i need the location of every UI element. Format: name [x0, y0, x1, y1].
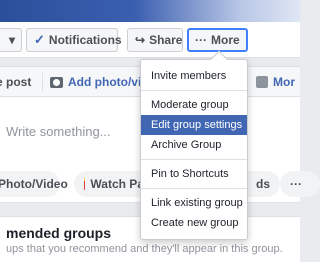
chevron-down-icon: ▾: [8, 33, 15, 47]
menu-item-pin-to-shortcuts[interactable]: Pin to Shortcuts: [141, 164, 247, 184]
notifications-button[interactable]: ✓ Notifications: [26, 28, 122, 52]
notifications-label: Notifications: [48, 33, 122, 47]
more-button[interactable]: ··· More: [187, 28, 248, 52]
third-chip-label: ds: [255, 177, 270, 191]
group-action-bar: ▾ ✓ Notifications ↪ Share ··· More: [0, 22, 300, 58]
more-tile-icon: [256, 76, 268, 88]
joined-dropdown-button[interactable]: ▾: [0, 28, 22, 52]
menu-item-archive-group[interactable]: Archive Group: [141, 135, 247, 155]
menu-item-edit-group-settings[interactable]: Edit group settings: [141, 115, 247, 135]
menu-divider: [141, 90, 247, 91]
popcorn-icon: [84, 178, 86, 190]
photo-video-chip-label: Photo/Video: [0, 177, 68, 191]
post-input[interactable]: Write something...: [6, 124, 111, 139]
more-dropdown-menu: Invite members Moderate group Edit group…: [140, 50, 248, 240]
tab-more[interactable]: Mor: [256, 75, 295, 89]
menu-divider: [141, 188, 247, 189]
more-chips-button[interactable]: ···: [280, 171, 320, 197]
menu-item-link-existing-group[interactable]: Link existing group: [141, 193, 247, 213]
checkmark-icon: ✓: [34, 32, 45, 47]
more-label: More: [211, 33, 240, 47]
group-cover-photo: [0, 0, 300, 22]
menu-item-invite-members[interactable]: Invite members: [141, 66, 247, 86]
photo-video-chip[interactable]: Photo/Video: [0, 171, 68, 197]
camera-icon: [50, 76, 63, 88]
recommended-groups-subtitle: ups that you recommend and they'll appea…: [6, 243, 283, 255]
tab-more-label: Mor: [273, 75, 295, 89]
menu-divider: [141, 159, 247, 160]
recommended-groups-title: mended groups: [6, 225, 112, 241]
share-icon: ↪: [135, 33, 146, 47]
watch-party-chip-label: Watch Pa: [90, 177, 144, 191]
more-dots-icon: ···: [290, 177, 302, 191]
share-label: Share: [149, 33, 183, 47]
share-button[interactable]: ↪ Share: [127, 28, 183, 52]
more-dots-icon: ···: [195, 33, 207, 47]
menu-item-create-new-group[interactable]: Create new group: [141, 213, 247, 233]
tab-write-post[interactable]: e post: [0, 75, 31, 89]
tab-divider: [42, 73, 43, 91]
menu-item-moderate-group[interactable]: Moderate group: [141, 95, 247, 115]
